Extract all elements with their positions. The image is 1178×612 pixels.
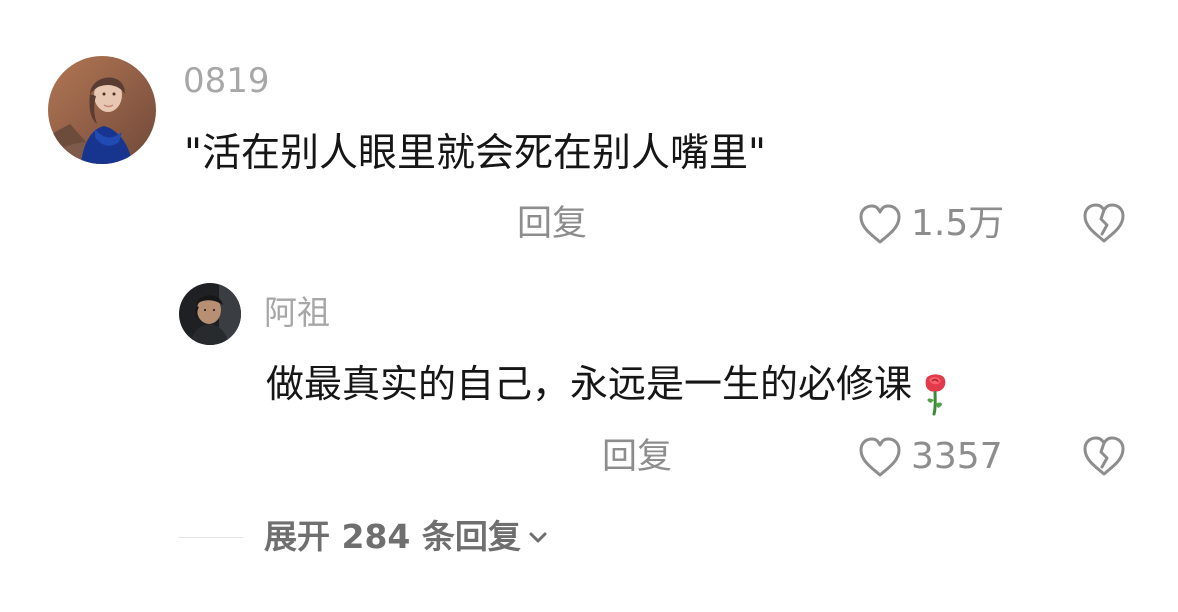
reply-comment-reply-button[interactable]: 回复	[602, 436, 672, 478]
reply-comment-avatar[interactable]	[179, 283, 241, 345]
reply-comment-dislike-button[interactable]	[1080, 434, 1128, 478]
reply-comment-username[interactable]: 阿祖	[264, 293, 330, 333]
broken-heart-icon	[1083, 436, 1125, 476]
reply-comment-text: 做最真实的自己，永远是一生的必修课	[266, 362, 913, 406]
user-avatar-image	[48, 56, 156, 164]
main-comment-username[interactable]: 0819	[183, 61, 270, 101]
reply-comment-like-button[interactable]: 3357	[857, 434, 1003, 480]
chevron-down-icon	[529, 532, 547, 543]
broken-heart-icon	[1083, 203, 1125, 243]
main-comment-text: "活在别人眼里就会死在别人嘴里"	[184, 131, 766, 176]
reply-comment: 阿祖 做最真实的自己，永远是一生的必修课 回复 3357	[0, 260, 1178, 500]
reply-comment-text-wrapper: 做最真实的自己，永远是一生的必修课	[266, 361, 955, 415]
expand-replies-label: 展开 284 条回复	[264, 517, 521, 556]
main-comment-like-button[interactable]: 1.5万	[857, 201, 1004, 247]
user-avatar-image	[179, 283, 241, 345]
main-comment-reply-button[interactable]: 回复	[517, 203, 587, 245]
rose-icon	[917, 370, 955, 416]
heart-outline-icon	[859, 204, 901, 244]
main-comment-avatar[interactable]	[48, 56, 156, 164]
main-comment-like-count: 1.5万	[911, 203, 1005, 244]
heart-outline-icon	[859, 437, 901, 477]
expand-replies-button[interactable]: 展开 284 条回复	[264, 515, 551, 559]
main-comment-dislike-button[interactable]	[1080, 201, 1128, 245]
expand-divider	[179, 537, 243, 538]
main-comment: 0819 "活在别人眼里就会死在别人嘴里" 回复 1.5万	[0, 0, 1178, 260]
reply-comment-like-count: 3357	[911, 436, 1003, 477]
